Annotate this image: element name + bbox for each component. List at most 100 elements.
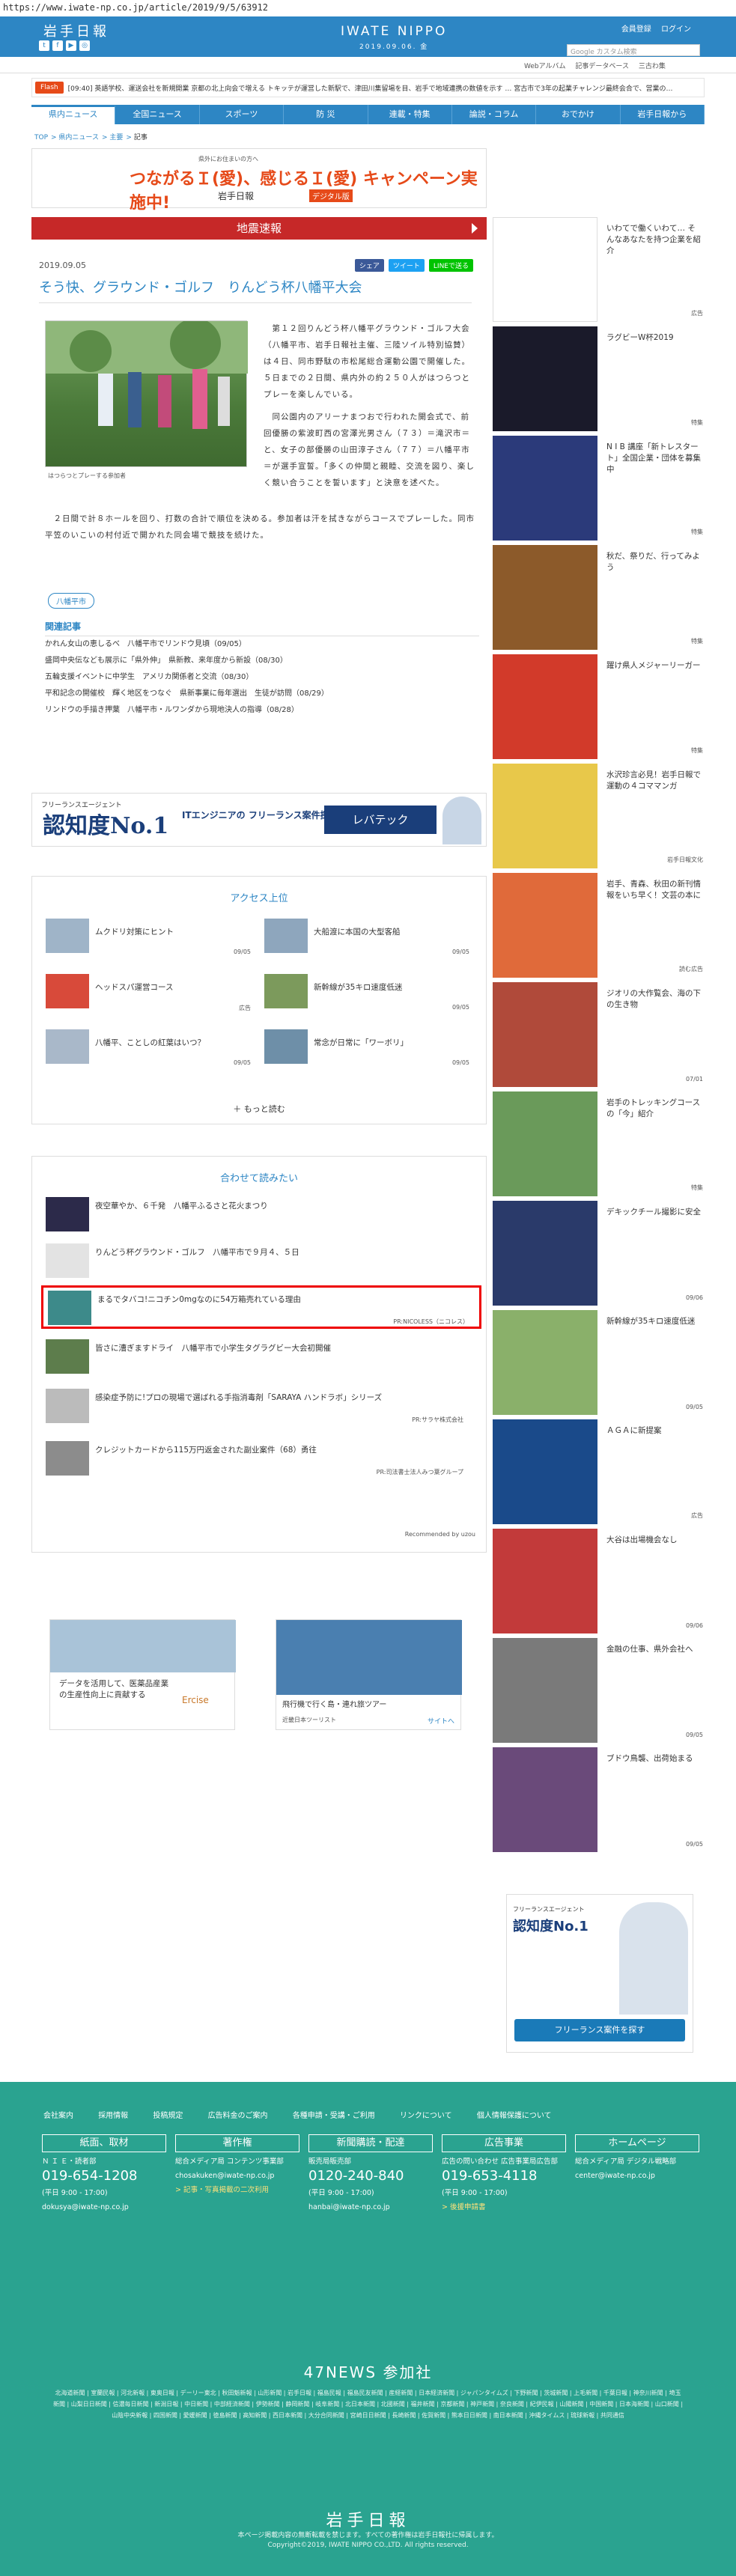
tweet-button[interactable]: ツイート	[388, 259, 425, 272]
footer-col-tel[interactable]: 019-653-4118	[442, 2168, 566, 2184]
sidebar-item[interactable]: 金融の仕事、県外会社へ 09/05	[493, 1638, 709, 1743]
footer-link[interactable]: 個人情報保護について	[477, 2112, 552, 2120]
sidebar-item[interactable]: 大谷は出場機会なし 09/06	[493, 1529, 709, 1633]
nav-outing[interactable]: おでかけ	[536, 105, 621, 124]
facebook-icon[interactable]: f	[52, 40, 63, 51]
nav-column[interactable]: 論説・コラム	[452, 105, 537, 124]
crumb-prefecture[interactable]: 県内ニュース	[58, 134, 99, 141]
related-link[interactable]: かれん女山の恵しるべ 八幡平市でリンドウ見頃（09/05）	[45, 636, 479, 653]
sidebar-item[interactable]: N I B 講座「新トレスタート」全国企業・団体を募集中 特集	[493, 436, 709, 541]
login-link[interactable]: ログイン	[661, 25, 691, 34]
footer-logo[interactable]: 岩手日報	[0, 2507, 736, 2531]
footer-col-email[interactable]: center@iwate-np.co.jp	[575, 2171, 699, 2181]
footer-col-email[interactable]: hanbai@iwate-np.co.jp	[308, 2202, 433, 2212]
sidebar-item[interactable]: デキックチール撮影に安全 09/06	[493, 1201, 709, 1306]
footer-col-email[interactable]: chosakuken@iwate-np.co.jp	[175, 2171, 299, 2181]
ad-brand-button[interactable]: レバテック	[324, 806, 437, 834]
recommend-item[interactable]: りんどう杯グラウンド・ゴルフ 八幡平市で９月４、５日	[46, 1240, 474, 1282]
nav-from-nippo[interactable]: 岩手日報から	[621, 105, 705, 124]
sidebar-item[interactable]: 新幹線が35キロ速度低迷 09/05	[493, 1310, 709, 1415]
footer-link[interactable]: 広告料金のご案内	[208, 2112, 268, 2120]
footer-link[interactable]: 会社案内	[43, 2112, 73, 2120]
facebook-share-button[interactable]: シェア	[354, 259, 384, 272]
recommend-item-title: 感染症予防に!プロの現場で選ばれる手指消毒剤「SARAYA ハンドラボ」シリーズ	[95, 1393, 383, 1402]
sidebar-item[interactable]: 水沢珍言必見！岩手日報で運動の４コママンガ 岩手日報文化	[493, 764, 709, 868]
travel-ad-link[interactable]: サイトへ	[428, 1716, 454, 1726]
recommend-item-highlighted[interactable]: まるでタバコ!ニコチン0mgなのに54万箱売れている理由 PR:NICOLESS…	[41, 1285, 481, 1329]
sidebar-item-title: 岩手のトレッキングコースの「今」紹介	[606, 1098, 701, 1118]
register-link[interactable]: 会員登録	[621, 25, 651, 34]
article-body-bottom: ２日間で計８ホールを回り、打数の合計で順位を決める。参加者は汗を拭きながらコース…	[45, 511, 479, 543]
access-item-date: 09/05	[451, 949, 469, 955]
recommend-item[interactable]: 夜空華やか、６千発 八幡平ふるさと花火まつり	[46, 1194, 474, 1236]
recommend-item[interactable]: 皆さに漕ぎますドライ 八幡平市で小学生タグラグビー大会初開催	[46, 1336, 474, 1378]
levtech-ad-banner[interactable]: フリーランスエージェント 認知度No.1 ITエンジニアの フリーランス案件探し…	[31, 793, 487, 847]
earthquake-alert-button[interactable]: 地震速報	[31, 217, 487, 240]
more-button[interactable]: ＋ もっと読む	[32, 1103, 486, 1115]
sidebar-item[interactable]: 秋だ、祭りだ、行ってみよう 特集	[493, 545, 709, 650]
recommend-item[interactable]: クレジットカードから115万円返金された副业案件（68）勇往 PR:司法書士法人…	[46, 1438, 474, 1480]
sidebar-item[interactable]: 躍け県人メジャーリーガー 特集	[493, 654, 709, 759]
footer-link[interactable]: 各種申請・受講・ご利用	[293, 2112, 375, 2120]
side-ad-button[interactable]: フリーランス案件を探す	[514, 2019, 685, 2041]
sidebar-item[interactable]: いわてで働くいわて… そんなあなたを持つ企業を紹介 広告	[493, 217, 709, 322]
footer-col: ホームページ 総合メディア局 デジタル戦略部 center@iwate-np.c…	[575, 2134, 699, 2181]
access-item[interactable]: 八幡平、ことしの紅葉はいつ？ 09/05	[46, 1029, 255, 1073]
address-bar[interactable]: https://www.iwate-np.co.jp/article/2019/…	[0, 0, 736, 16]
access-item[interactable]: 大船渡に本国の大型客船 09/05	[264, 919, 474, 962]
sublink[interactable]: Webアルバム	[524, 63, 566, 70]
sidebar-item[interactable]: ラグビーW杯2019 特集	[493, 326, 709, 431]
recommend-item[interactable]: 感染症予防に!プロの現場で選ばれる手指消毒剤「SARAYA ハンドラボ」シリーズ…	[46, 1386, 474, 1428]
crumb-top[interactable]: TOP	[34, 134, 48, 141]
footer-col-tel[interactable]: 0120-240-840	[308, 2168, 433, 2184]
footer-link[interactable]: 採用情報	[98, 2112, 128, 2120]
campaign-banner[interactable]: 県外にお住まいの方へ つながるＩ(愛)、感じるＩ(愛) キャンペーン実施中! 岩…	[31, 148, 487, 213]
access-item[interactable]: 常念が日常に「ワーボリ」 09/05	[264, 1029, 474, 1073]
nav-prefecture-news[interactable]: 県内ニュース	[31, 105, 116, 124]
47news-members[interactable]: 北海道新聞 | 室蘭民報 | 河北新報 | 東奥日報 | デーリー東北 | 秋田…	[52, 2387, 684, 2421]
related-link[interactable]: リンドウの手描き押葉 八幡平市・ルワンダから現地決人の指導（08/28）	[45, 702, 479, 719]
article-tag[interactable]: 八幡平市	[48, 593, 94, 609]
access-item[interactable]: ヘッドスパ運営コース 広告	[46, 974, 255, 1017]
sidebar-item[interactable]: 岩手のトレッキングコースの「今」紹介 特集	[493, 1091, 709, 1196]
youtube-icon[interactable]: ▶	[66, 40, 76, 51]
nav-disaster[interactable]: 防 災	[284, 105, 368, 124]
line-share-button[interactable]: LINEで送る	[428, 259, 473, 272]
site-logo[interactable]: 岩手日報	[43, 21, 109, 40]
related-link[interactable]: 五輪支援イベントに中学生 アメリカ関係者と交流（08/30）	[45, 669, 479, 686]
footer-col-link[interactable]: > 後援申請書	[442, 2202, 566, 2212]
sidebar-item-category: 07/01	[685, 1076, 703, 1083]
instagram-icon[interactable]: ◎	[79, 40, 90, 51]
sidebar-item[interactable]: ＡＧＡに新提案 広告	[493, 1419, 709, 1524]
access-item[interactable]: 新幹線が35キロ速度低迷 09/05	[264, 974, 474, 1017]
sublink[interactable]: 三古わ集	[639, 63, 666, 70]
access-item-title: 常念が日常に「ワーボリ」	[314, 1038, 408, 1047]
footer-col-tel[interactable]: 019-654-1208	[42, 2168, 166, 2184]
levtech-side-ad[interactable]: フリーランスエージェント 認知度No.1 フリーランス案件を探す	[506, 1894, 693, 2053]
footer-col-link[interactable]: > 記事・写真掲載の二次利用	[175, 2185, 299, 2195]
travel-ad[interactable]: 飛行機で行く島・連れ旅ツアー 近畿日本ツーリスト サイトへ	[276, 1619, 462, 1730]
sidebar-item[interactable]: 岩手、青森、秋田の新刊情報をいち早く！文芸の本に 読む広告	[493, 873, 709, 978]
footer-col-email[interactable]: dokusya@iwate-np.co.jp	[42, 2202, 166, 2212]
pharma-ad[interactable]: データを活用して、医薬品産業の生産性向上に貢献する Ercise	[49, 1619, 236, 1730]
access-item[interactable]: ムクドリ対策にヒント 09/05	[46, 919, 255, 962]
twitter-icon[interactable]: t	[39, 40, 49, 51]
related-link[interactable]: 盛岡中央伝なども展示に「県外伸」 県新教、来年度から新設（08/30）	[45, 653, 479, 669]
search-input[interactable]: Google カスタム検索	[567, 44, 700, 56]
related-link[interactable]: 平和記念の開催校 輝く地区をつなぐ 県新事業に毎年選出 生徒が訪問（08/29）	[45, 686, 479, 702]
sidebar-item[interactable]: ジオリの大作覧会、海の下の生き物 07/01	[493, 982, 709, 1087]
sidebar-item-title: ブドウ鳥襲、出荷始まる	[606, 1754, 693, 1763]
sidebar-item-title: ＡＧＡに新提案	[606, 1426, 662, 1435]
nav-national-news[interactable]: 全国ニュース	[115, 105, 200, 124]
share-buttons: シェア ツイート LINEで送る	[354, 259, 473, 272]
footer-link[interactable]: リンクについて	[400, 2112, 452, 2120]
article-photo[interactable]	[45, 318, 248, 467]
footer-link[interactable]: 投稿規定	[153, 2112, 183, 2120]
nav-sports[interactable]: スポーツ	[200, 105, 285, 124]
nav-series[interactable]: 連載・特集	[368, 105, 452, 124]
sidebar-item[interactable]: ブドウ鳥襲、出荷始まる 09/05	[493, 1747, 709, 1852]
sublink[interactable]: 記事データベース	[575, 63, 629, 70]
flash-text[interactable]: [09:40] 英語学校、運送会社を新規開業 京都の北上向会で増える トキッテが…	[68, 83, 673, 93]
crumb-main[interactable]: 主要	[109, 134, 123, 141]
sidebar-item-category: 特集	[691, 529, 703, 535]
